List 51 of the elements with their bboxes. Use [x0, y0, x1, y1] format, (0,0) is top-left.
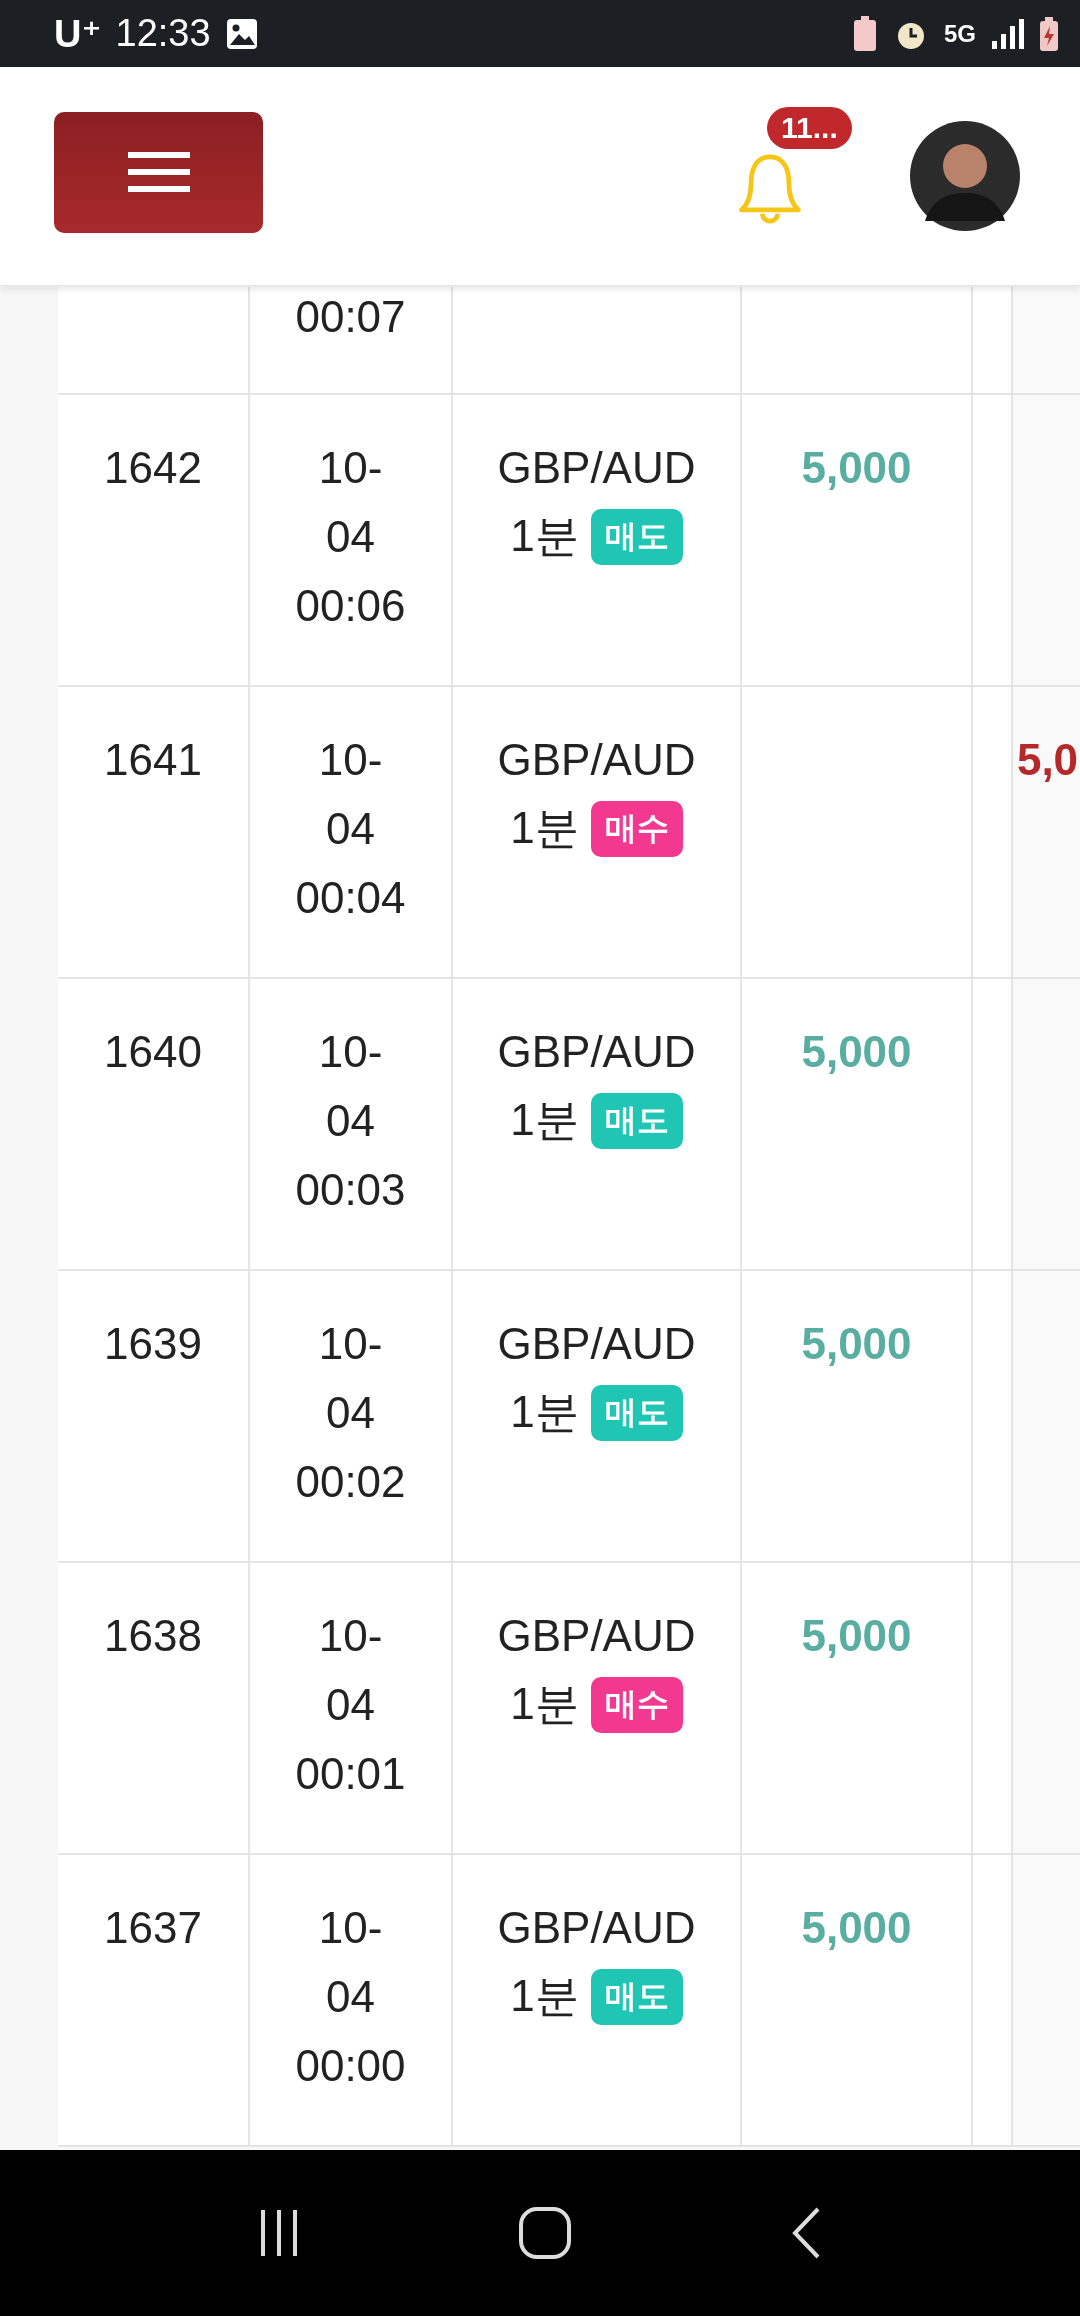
period-label: 1분 [510, 1678, 579, 1730]
battery-icon [1038, 15, 1060, 52]
period-label: 1분 [510, 802, 579, 854]
image-icon [224, 16, 259, 51]
table-cell: 5,0 [1013, 687, 1080, 977]
pair-label: GBP/AUD [497, 1026, 696, 1078]
period-label: 1분 [510, 1386, 579, 1438]
period-label: 1분 [510, 510, 579, 562]
battery-saver-icon [852, 14, 878, 53]
date-cell-text: 10- 04 00:06 [295, 442, 406, 632]
side-badge: 매도 [590, 1968, 683, 2025]
menu-icon [127, 150, 190, 194]
date-cell-text: 10- 04 00:01 [295, 1610, 406, 1800]
side-badge: 매도 [590, 1384, 683, 1441]
notification-badge: 11... [767, 107, 852, 149]
back-icon[interactable] [790, 2206, 821, 2260]
menu-button[interactable] [54, 111, 263, 233]
clock: 12:33 [115, 12, 211, 55]
id-cell-text: 1638 [104, 1610, 202, 1662]
profit-cell-text: 5,000 [801, 1026, 912, 1078]
id-cell-text: 1642 [104, 442, 202, 494]
id-cell-text: 1639 [104, 1318, 202, 1370]
profit-cell-text: 5,000 [801, 1318, 912, 1370]
id-cell-text: 1637 [104, 1902, 202, 1954]
profit-cell-text: 5,000 [801, 442, 912, 494]
date-cell-text: 10- 04 00:00 [295, 1902, 406, 2092]
pair-label: GBP/AUD [497, 442, 696, 494]
period-label: 1분 [510, 1970, 579, 2022]
date-cell-text: 10- 04 00:03 [295, 1026, 406, 1216]
pair-label: GBP/AUD [497, 734, 696, 786]
signal-icon [990, 16, 1024, 51]
pair-label: GBP/AUD [497, 1902, 696, 1954]
pair-label: GBP/AUD [497, 1610, 696, 1662]
home-icon[interactable] [518, 2206, 572, 2260]
date-cell-text: 10- 04 00:02 [295, 1318, 406, 1508]
id-cell-text: 1640 [104, 1026, 202, 1078]
side-badge: 매수 [590, 800, 683, 857]
network-label: 5G [944, 19, 976, 48]
period-label: 1분 [510, 1094, 579, 1146]
side-badge: 매수 [590, 1676, 683, 1733]
side-badge: 매도 [590, 508, 683, 565]
id-cell-text: 1641 [104, 734, 202, 786]
carrier-label: U⁺ [54, 11, 102, 56]
recent-apps-icon[interactable] [259, 2208, 300, 2258]
profit-cell-text: 5,000 [801, 1610, 912, 1662]
profit-cell-text: 5,000 [801, 1902, 912, 1954]
side-badge: 매도 [590, 1092, 683, 1149]
pair-label: GBP/AUD [497, 1318, 696, 1370]
avatar[interactable] [910, 121, 1020, 231]
date-cell-text: 00:07 [295, 291, 406, 343]
date-cell-text: 10- 04 00:04 [295, 734, 406, 924]
